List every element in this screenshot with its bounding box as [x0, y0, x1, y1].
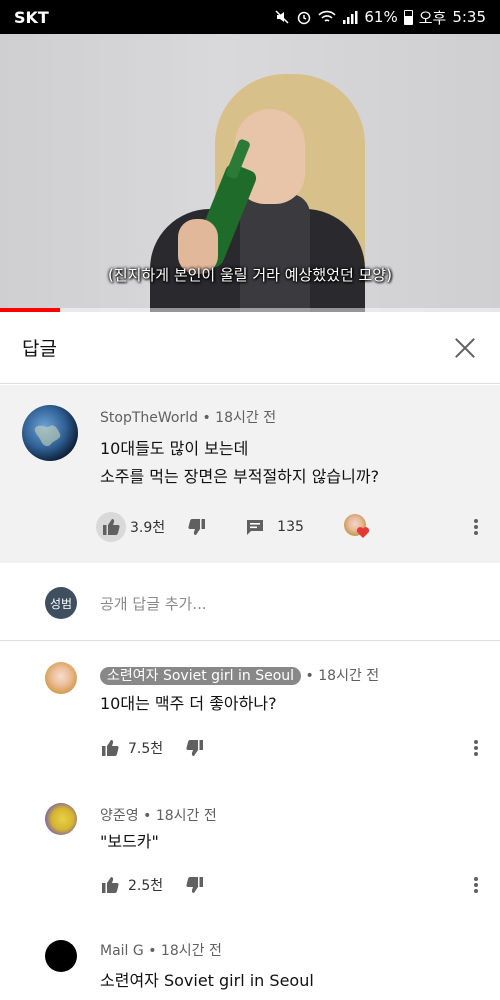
vertical-dots-icon: [474, 877, 478, 893]
parent-comment-actions: 3.9천 135: [96, 510, 486, 544]
video-subtitle: (진지하게 본인이 울릴 거라 예상했었던 모양): [108, 266, 392, 284]
video-player[interactable]: (진지하게 본인이 울릴 거라 예상했었던 모양): [0, 34, 500, 314]
status-bar: SKT 61% 오후 5:35: [0, 0, 500, 34]
close-icon[interactable]: [452, 335, 478, 361]
signal-icon: [342, 9, 358, 25]
thumbs-up-icon: [102, 740, 119, 756]
vertical-dots-icon: [474, 740, 478, 756]
parent-comment-meta: StopTheWorld • 18시간 전: [100, 407, 276, 427]
like-button[interactable]: [96, 512, 126, 542]
like-button[interactable]: [100, 738, 120, 758]
dislike-button[interactable]: [185, 738, 205, 758]
reply-meta: 양준영 • 18시간 전: [100, 805, 217, 825]
reply-time: 18시간 전: [318, 668, 380, 684]
parent-comment-author[interactable]: StopTheWorld: [100, 410, 198, 426]
like-count: 3.9천: [130, 520, 166, 536]
reply-time: 18시간 전: [160, 943, 222, 959]
reply-avatar[interactable]: [45, 803, 77, 835]
reply-actions: 2.5천: [100, 872, 486, 898]
more-options-button[interactable]: [466, 876, 486, 894]
user-avatar: 성범: [45, 587, 77, 619]
thumbs-down-icon: [186, 740, 204, 756]
thumbs-up-icon: [103, 519, 120, 535]
reply-author-creator[interactable]: 소련여자 Soviet girl in Seoul: [100, 667, 302, 685]
dislike-button[interactable]: [187, 517, 207, 537]
like-count: 7.5천: [128, 741, 164, 757]
reply-actions: 7.5천: [100, 735, 486, 761]
battery-percent: 61%: [364, 8, 398, 26]
reply-count: 135: [277, 519, 304, 535]
reply-button[interactable]: [245, 517, 265, 537]
reply-avatar[interactable]: [45, 662, 77, 694]
reply-author[interactable]: Mail G: [100, 943, 144, 959]
reply-meta: 소련여자 Soviet girl in Seoul • 18시간 전: [100, 665, 379, 685]
panel-title: 답글: [22, 338, 57, 360]
clock-ampm: 오후: [418, 8, 447, 27]
reply-avatar[interactable]: [45, 940, 77, 972]
wifi-icon: [318, 9, 336, 25]
battery-icon: [403, 9, 413, 25]
reply-meta: Mail G • 18시간 전: [100, 940, 222, 960]
meta-separator: •: [202, 410, 211, 426]
parent-comment: StopTheWorld • 18시간 전 10대들도 많이 보는데 소주를 먹…: [0, 385, 500, 563]
meta-separator: •: [148, 943, 157, 959]
reply-text: 10대는 맥주 더 좋아하나?: [100, 694, 277, 713]
replies-panel-header: 답글: [0, 312, 500, 384]
like-button[interactable]: [100, 875, 120, 895]
status-icons: 61% 오후 5:35: [274, 7, 486, 28]
clock-time: 5:35: [452, 8, 486, 26]
video-person-turtleneck: [240, 194, 310, 314]
heart-icon: [356, 527, 370, 538]
parent-comment-avatar[interactable]: [22, 405, 78, 461]
reply-text: 소련여자 Soviet girl in Seoul: [100, 971, 314, 990]
add-reply-input[interactable]: 공개 답글 추가...: [100, 593, 207, 614]
parent-comment-time: 18시간 전: [215, 410, 277, 426]
reply-time: 18시간 전: [155, 808, 217, 824]
alarm-icon: [296, 9, 312, 25]
dislike-button[interactable]: [185, 875, 205, 895]
thumbs-down-icon: [186, 877, 204, 893]
vertical-dots-icon: [474, 519, 478, 535]
reply-text: "보드카": [100, 832, 159, 851]
more-options-button[interactable]: [466, 512, 486, 542]
meta-separator: •: [143, 808, 152, 824]
mute-icon: [274, 9, 290, 25]
creator-heart-badge: [343, 514, 370, 540]
parent-comment-line: 10대들도 많이 보는데: [100, 439, 249, 458]
more-options-button[interactable]: [466, 739, 486, 757]
like-count: 2.5천: [128, 878, 164, 894]
comment-icon: [247, 520, 264, 535]
meta-separator: •: [305, 668, 314, 684]
parent-comment-line: 소주를 먹는 장면은 부적절하지 않습니까?: [100, 467, 380, 486]
carrier-label: SKT: [14, 7, 49, 27]
thumbs-down-icon: [188, 519, 206, 535]
parent-comment-text: 10대들도 많이 보는데 소주를 먹는 장면은 부적절하지 않습니까?: [100, 435, 379, 491]
thumbs-up-icon: [102, 877, 119, 893]
reply-author[interactable]: 양준영: [100, 808, 139, 824]
